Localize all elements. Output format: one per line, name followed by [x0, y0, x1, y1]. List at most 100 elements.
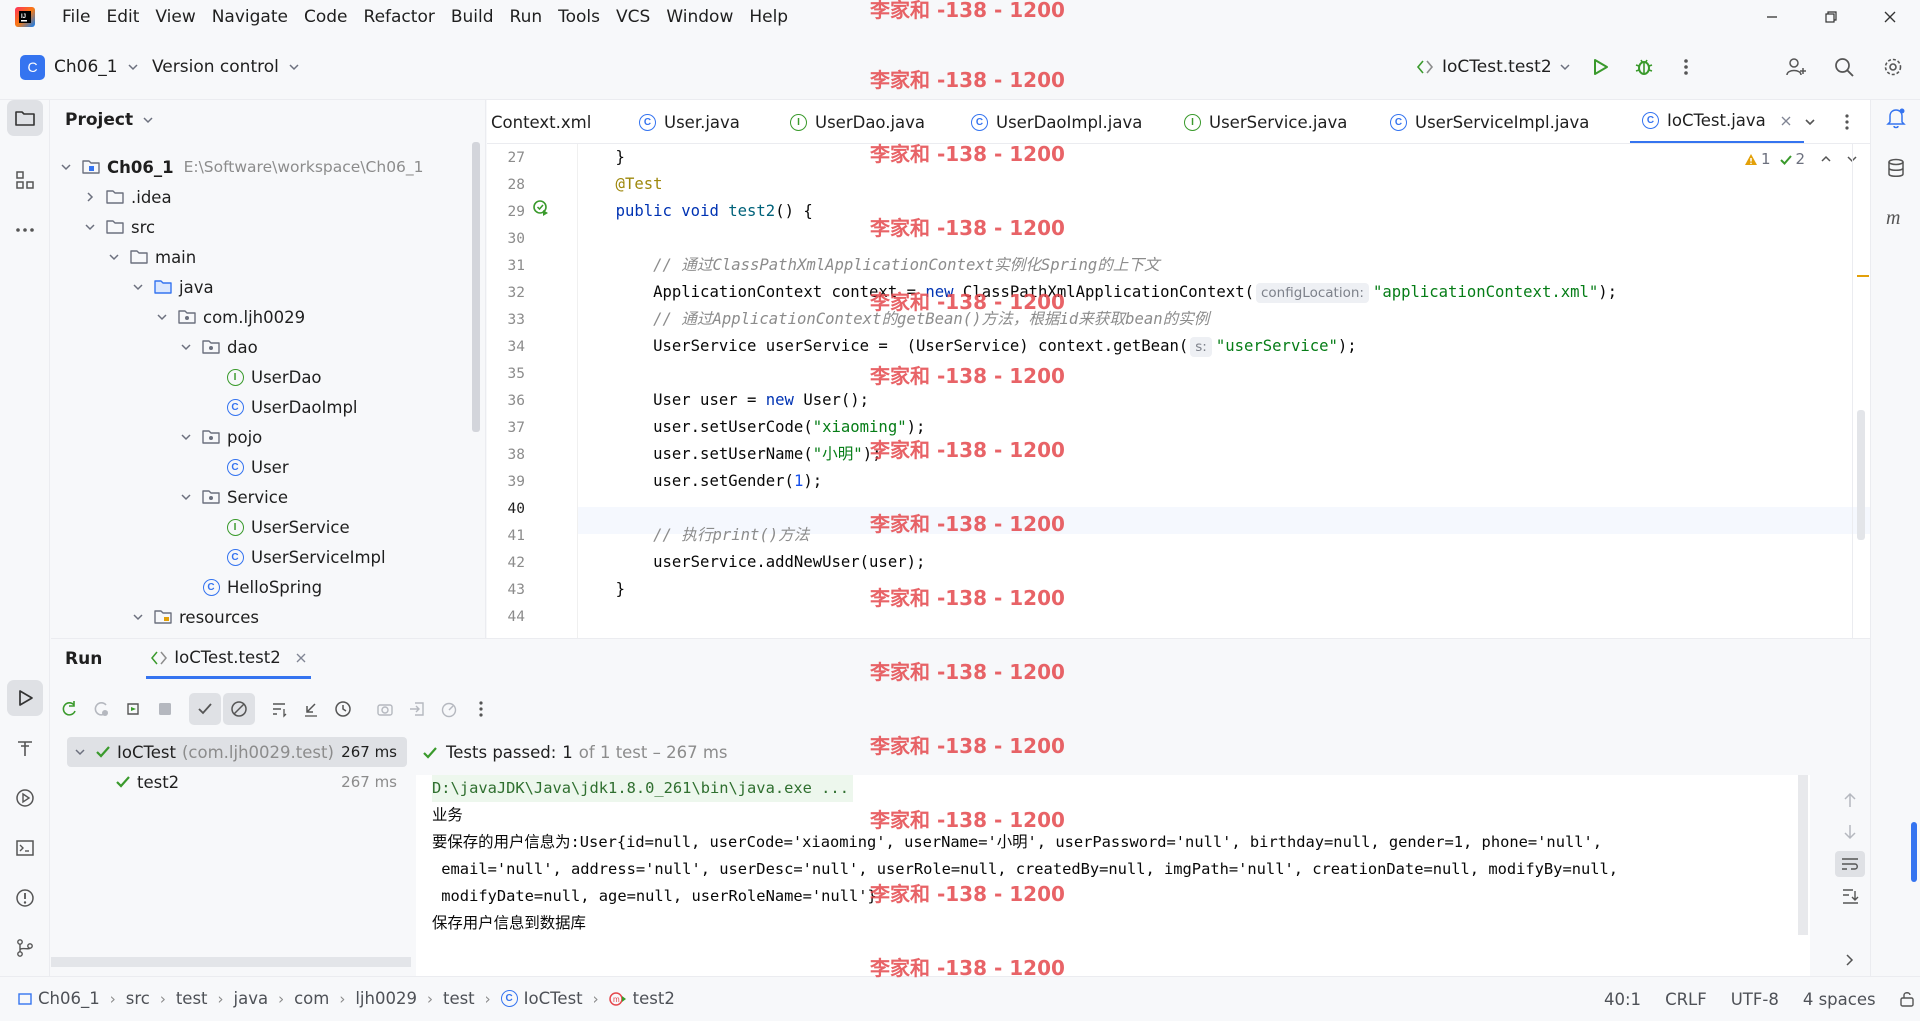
- console-scrollbar[interactable]: [1798, 775, 1808, 935]
- breadcrumb-item[interactable]: test: [176, 989, 208, 1008]
- rerun-icon[interactable]: [53, 693, 85, 725]
- menu-help[interactable]: Help: [741, 0, 796, 34]
- sort-icon[interactable]: [263, 693, 295, 725]
- stop-icon[interactable]: [149, 693, 181, 725]
- menu-window[interactable]: Window: [658, 0, 741, 34]
- arrow-up-icon[interactable]: [1839, 789, 1861, 811]
- problems-tool-icon[interactable]: [7, 880, 43, 916]
- soft-wrap-icon[interactable]: [1835, 851, 1865, 877]
- breadcrumb-item[interactable]: test2: [633, 989, 675, 1008]
- test-case-row[interactable]: test2 267 ms: [67, 767, 407, 797]
- menu-edit[interactable]: Edit: [98, 0, 147, 34]
- project-scrollbar[interactable]: [472, 142, 480, 432]
- tree-item-src[interactable]: src: [81, 212, 155, 242]
- tree-item-user[interactable]: C User: [201, 452, 289, 482]
- tab-userdao-java[interactable]: I UserDao.java: [790, 100, 925, 143]
- menu-file[interactable]: File: [54, 0, 98, 34]
- notifications-icon[interactable]: [1878, 100, 1914, 136]
- maven-icon[interactable]: m: [1878, 200, 1914, 236]
- chevron-down-icon[interactable]: [177, 428, 195, 446]
- chevron-right-icon[interactable]: [1839, 949, 1861, 971]
- warning-stripe-marker[interactable]: [1857, 275, 1869, 277]
- code-area[interactable]: } @Test public void test2() { // 通过Class…: [577, 144, 1867, 638]
- tree-item-userserviceimpl[interactable]: C UserServiceImpl: [201, 542, 386, 572]
- indent-setting[interactable]: 4 spaces: [1803, 990, 1876, 1009]
- tree-item-ch06-1[interactable]: Ch06_1 E:\Software\workspace\Ch06_1: [57, 152, 424, 182]
- chevron-down-icon[interactable]: [105, 248, 123, 266]
- breadcrumb-item[interactable]: java: [234, 989, 269, 1008]
- collapse-all-icon[interactable]: [295, 693, 327, 725]
- chevron-down-icon[interactable]: [153, 308, 171, 326]
- project-panel-header[interactable]: Project: [51, 100, 485, 140]
- project-selector[interactable]: C Ch06_1: [10, 49, 150, 85]
- menu-vcs[interactable]: VCS: [608, 0, 658, 34]
- breadcrumb-item[interactable]: test: [443, 989, 475, 1008]
- toggle-auto-test-icon[interactable]: [117, 693, 149, 725]
- close-tab-icon[interactable]: [295, 652, 307, 664]
- editor-scrollbar[interactable]: [1857, 410, 1865, 540]
- show-passed-toggle[interactable]: [189, 693, 221, 725]
- tree-item-pojo[interactable]: pojo: [177, 422, 262, 452]
- tab-list-dropdown-icon[interactable]: [1803, 100, 1817, 143]
- tab-userservice-java[interactable]: I UserService.java: [1184, 100, 1347, 143]
- project-tool-icon[interactable]: [7, 100, 43, 136]
- breadcrumb-item[interactable]: Ch06_1: [38, 989, 100, 1008]
- tree-item-com-ljh0029[interactable]: com.ljh0029: [153, 302, 305, 332]
- chevron-down-icon[interactable]: [129, 608, 147, 626]
- breadcrumb-item[interactable]: com: [294, 989, 329, 1008]
- chevron-down-icon[interactable]: [129, 278, 147, 296]
- tree-item-resources[interactable]: resources: [129, 602, 259, 632]
- file-encoding[interactable]: UTF-8: [1731, 990, 1779, 1009]
- menu-run[interactable]: Run: [502, 0, 551, 34]
- menu-refactor[interactable]: Refactor: [356, 0, 443, 34]
- import-results-icon[interactable]: [401, 693, 433, 725]
- structure-tool-icon[interactable]: [7, 162, 43, 198]
- breadcrumb-item[interactable]: ljh0029: [355, 989, 417, 1008]
- menu-build[interactable]: Build: [443, 0, 502, 34]
- add-user-icon[interactable]: [1778, 49, 1814, 85]
- chevron-right-icon[interactable]: [81, 188, 99, 206]
- tree-item-java[interactable]: java: [129, 272, 214, 302]
- build-tool-icon[interactable]: [7, 730, 43, 766]
- tree-item-hellospring[interactable]: C HelloSpring: [177, 572, 322, 602]
- tab-ioctest-java[interactable]: C IoCTest.java: [1630, 100, 1804, 143]
- chevron-down-icon[interactable]: [177, 338, 195, 356]
- tree-item-service[interactable]: Service: [177, 482, 288, 512]
- tree-item-userdaoimpl[interactable]: C UserDaoImpl: [201, 392, 358, 422]
- run-config-selector[interactable]: IoCTest.test2: [1406, 49, 1582, 85]
- database-icon[interactable]: [1878, 150, 1914, 186]
- run-icon[interactable]: [1582, 49, 1618, 85]
- more-tools-icon[interactable]: [7, 212, 43, 248]
- run-tab-ioctest-test2[interactable]: IoCTest.test2: [146, 639, 311, 679]
- tab-user-java[interactable]: C User.java: [639, 100, 740, 143]
- tree-item-userservice[interactable]: I UserService: [201, 512, 350, 542]
- terminal-tool-icon[interactable]: [7, 830, 43, 866]
- tree-item--idea[interactable]: .idea: [81, 182, 172, 212]
- caret-position[interactable]: 40:1: [1604, 990, 1641, 1009]
- test-tree-hscrollbar[interactable]: [51, 957, 411, 967]
- tree-item-userdao[interactable]: I UserDao: [201, 362, 322, 392]
- scroll-to-end-icon[interactable]: [1839, 885, 1861, 907]
- test-suite-row[interactable]: IoCTest (com.ljh0029.test) 267 ms: [67, 737, 407, 767]
- close-window-button[interactable]: [1862, 0, 1918, 34]
- menu-view[interactable]: View: [147, 0, 203, 34]
- close-tab-icon[interactable]: [1780, 115, 1792, 127]
- tree-item-main[interactable]: main: [105, 242, 196, 272]
- run-test-gutter-icon[interactable]: [532, 199, 550, 217]
- services-tool-icon[interactable]: [7, 780, 43, 816]
- tab-more-icon[interactable]: [1844, 100, 1850, 143]
- coverage-icon[interactable]: [433, 693, 465, 725]
- run-tool-icon[interactable]: [7, 680, 43, 716]
- search-icon[interactable]: [1826, 49, 1862, 85]
- chevron-down-icon[interactable]: [57, 158, 75, 176]
- rerun-failed-icon[interactable]: [85, 693, 117, 725]
- right-strip-scrollbar[interactable]: [1911, 822, 1917, 882]
- version-control-selector[interactable]: Version control: [142, 49, 311, 85]
- show-ignored-toggle[interactable]: [223, 693, 255, 725]
- console-output[interactable]: D:\javaJDK\Java\jdk1.8.0_261\bin\java.ex…: [416, 775, 1810, 977]
- read-only-toggle-icon[interactable]: [1898, 990, 1916, 1008]
- tab-userserviceimpl-java[interactable]: C UserServiceImpl.java: [1390, 100, 1589, 143]
- restore-button[interactable]: [1803, 0, 1859, 34]
- line-separator[interactable]: CRLF: [1665, 990, 1707, 1009]
- chevron-down-icon[interactable]: [81, 218, 99, 236]
